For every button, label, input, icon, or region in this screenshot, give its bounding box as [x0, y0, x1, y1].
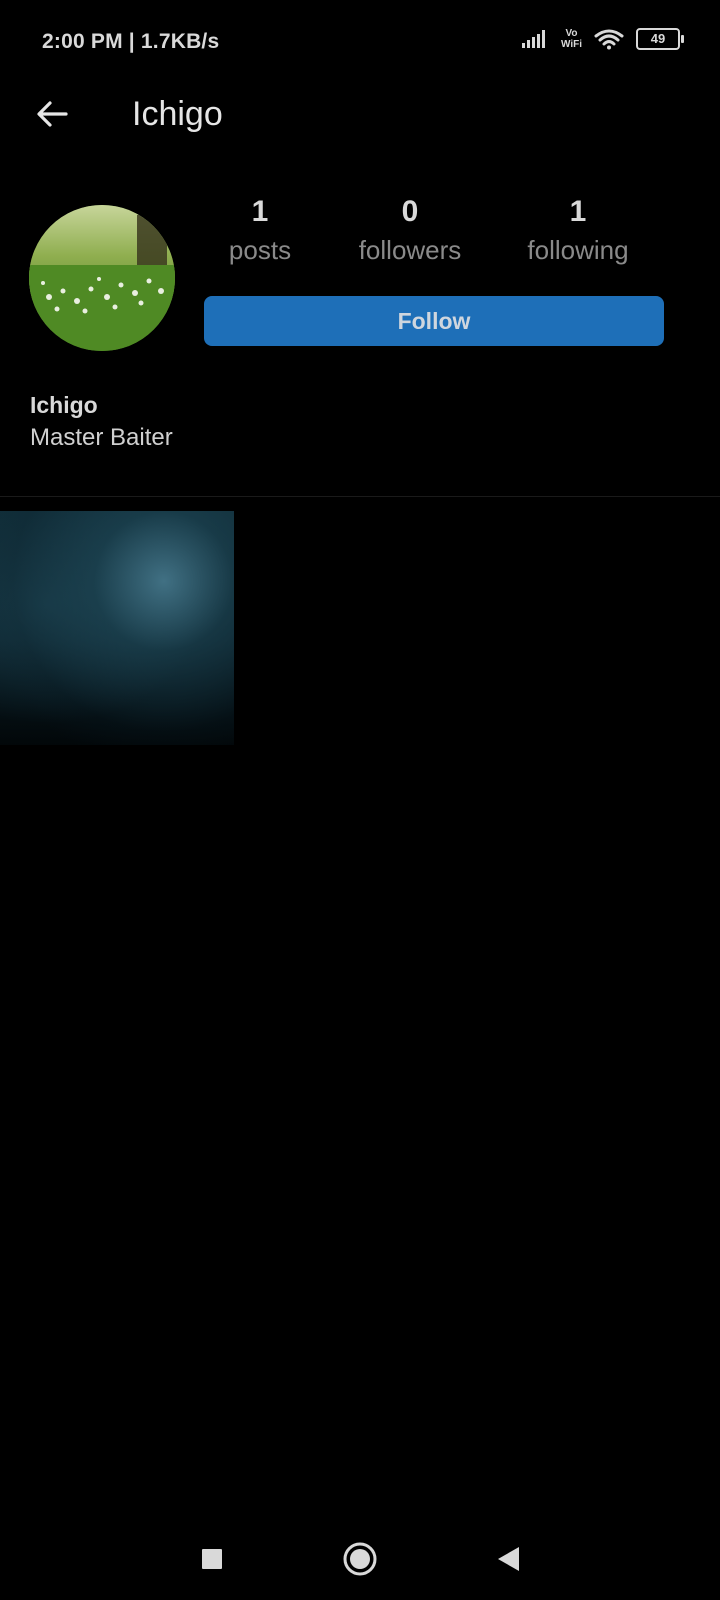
stat-label: posts: [228, 235, 292, 265]
stat-label: followers: [358, 235, 462, 265]
avatar[interactable]: [29, 205, 175, 351]
stat-label: following: [527, 235, 629, 265]
follow-button[interactable]: Follow: [204, 296, 664, 346]
stat-count: 1: [251, 195, 269, 228]
avatar-image: [29, 205, 175, 351]
page-title: Ichigo: [132, 95, 223, 133]
status-bar: 2:00 PM | 1.7KB/s Vo WiFi 49: [0, 0, 720, 86]
back-button[interactable]: [30, 94, 74, 134]
stat-count: 1: [569, 195, 587, 228]
profile-bio: Master Baiter: [30, 424, 173, 451]
stat-posts[interactable]: 1 posts: [190, 192, 330, 268]
system-nav-bar: [0, 1520, 720, 1600]
status-time-speed: 2:00 PM | 1.7KB/s: [42, 30, 220, 53]
volte-bottom-label: WiFi: [560, 39, 582, 50]
wifi-icon: [594, 29, 624, 50]
divider: [0, 496, 720, 497]
circle-icon: [343, 1542, 377, 1576]
stat-count: 0: [401, 195, 419, 228]
volte-top-label: Vo: [565, 28, 578, 39]
volte-wifi-icon: Vo WiFi: [561, 28, 582, 50]
triangle-back-icon: [498, 1547, 519, 1571]
profile-stats: 1 posts 0 followers 1 following: [200, 192, 670, 282]
status-icons: Vo WiFi 49: [521, 28, 684, 50]
square-icon: [202, 1549, 222, 1569]
profile-name: Ichigo: [30, 392, 98, 418]
post-thumbnail[interactable]: [0, 511, 234, 745]
stat-followers[interactable]: 0 followers: [340, 192, 480, 268]
home-button[interactable]: [335, 1534, 385, 1584]
back-arrow-icon: [37, 101, 68, 127]
back-nav-button[interactable]: [483, 1534, 533, 1584]
stat-following[interactable]: 1 following: [508, 192, 648, 268]
battery-icon: 49: [636, 28, 684, 50]
recents-button[interactable]: [187, 1534, 237, 1584]
signal-icon: [521, 30, 545, 48]
app-bar: Ichigo: [0, 86, 720, 142]
